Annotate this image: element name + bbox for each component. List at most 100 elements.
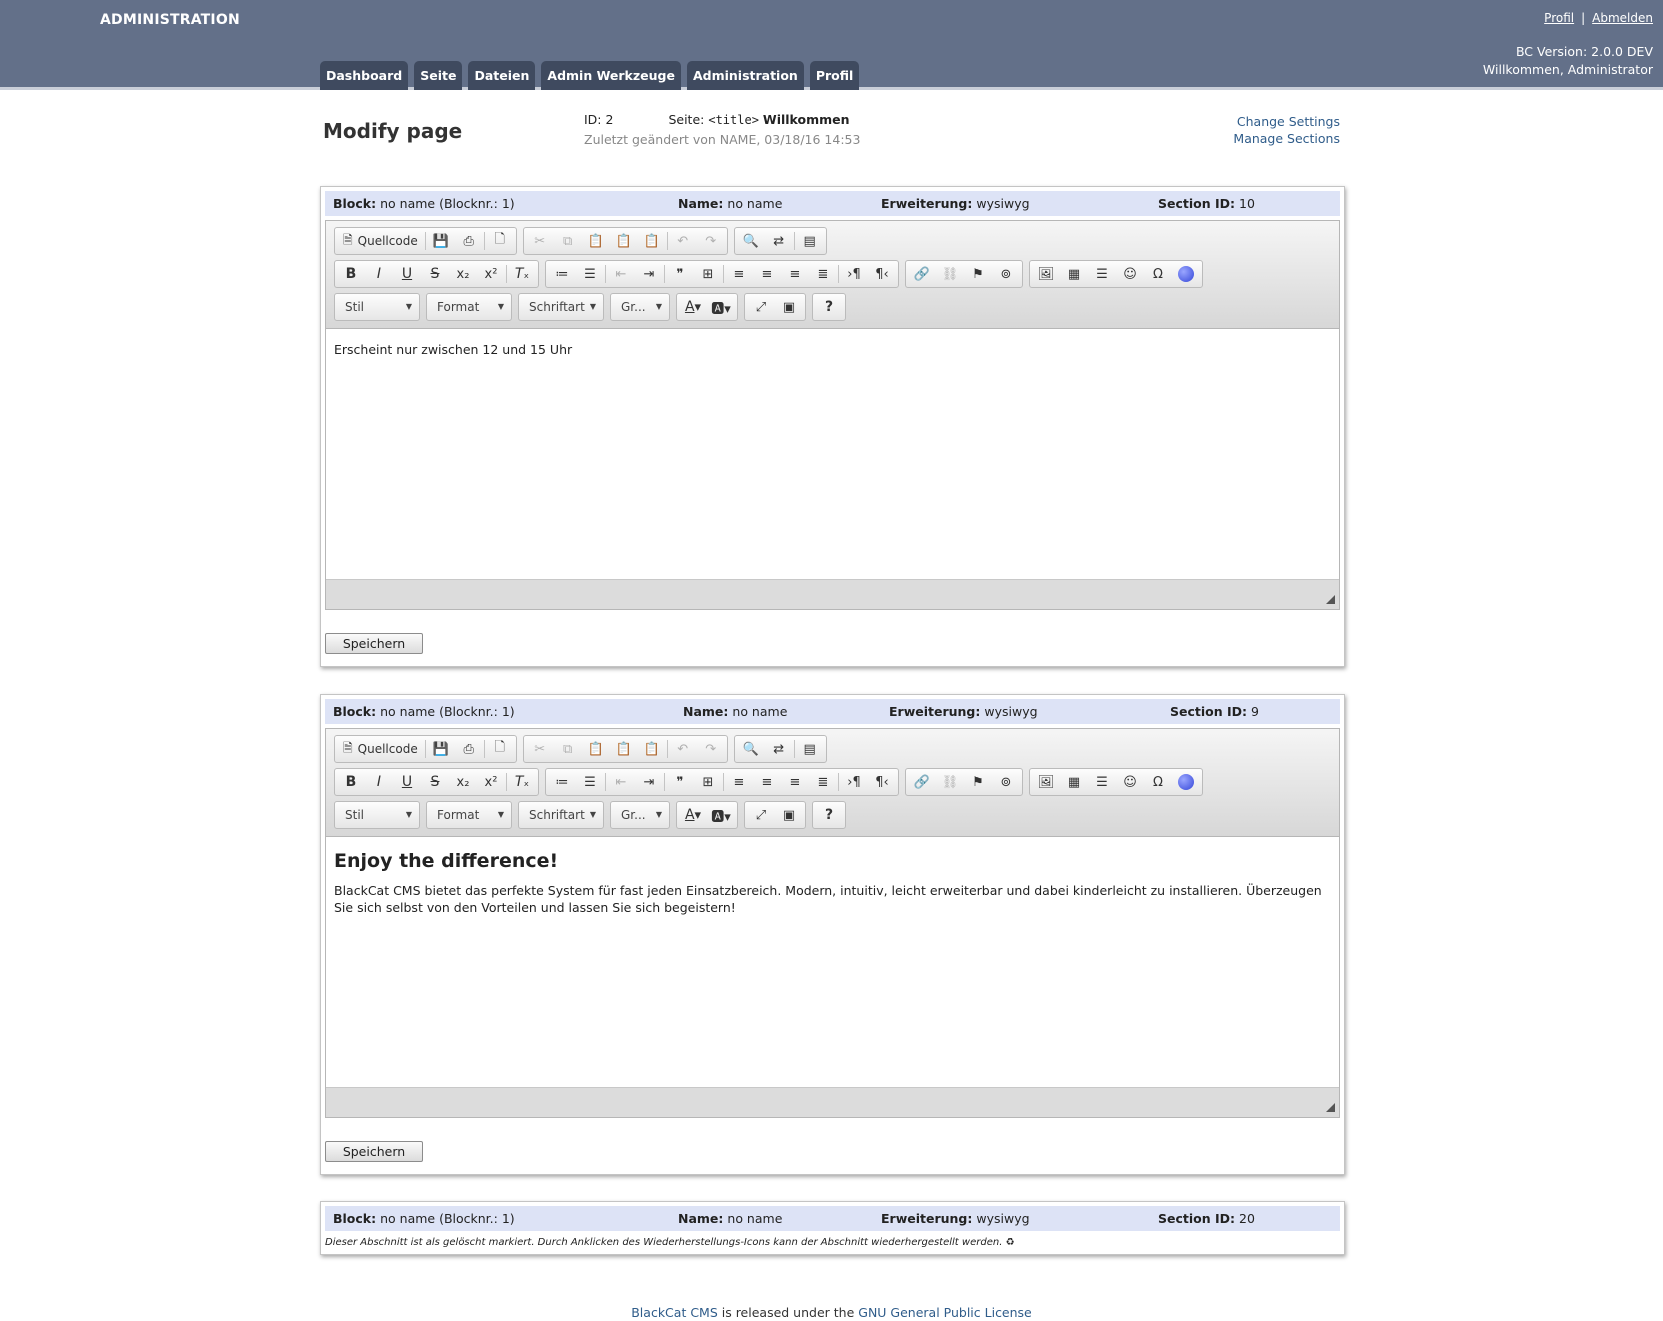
source-button[interactable]: 🗎 Quellcode (337, 228, 424, 254)
align-center-icon[interactable]: ≡ (753, 261, 781, 287)
strike-icon[interactable]: S (421, 769, 449, 795)
table-icon[interactable]: ▦ (1060, 769, 1088, 795)
align-right-icon[interactable]: ≡ (781, 261, 809, 287)
anchor-icon[interactable]: ⚑ (964, 769, 992, 795)
numbered-list-icon[interactable]: ≔ (548, 261, 576, 287)
cut-icon[interactable]: ✂ (526, 736, 554, 762)
justify-icon[interactable]: ≣ (809, 261, 837, 287)
smiley-icon[interactable]: ☺ (1116, 769, 1144, 795)
link-icon[interactable]: 🔗 (908, 261, 936, 287)
text-color-icon[interactable]: A ▾ (679, 802, 707, 828)
bold-icon[interactable]: B (337, 769, 365, 795)
tab-administration[interactable]: Administration (686, 61, 804, 90)
tab-profil[interactable]: Profil (809, 61, 860, 90)
bulleted-list-icon[interactable]: ☰ (576, 769, 604, 795)
paste-text-icon[interactable]: 📋 (610, 736, 638, 762)
new-page-icon[interactable]: 🗋 (486, 736, 514, 762)
paste-icon[interactable]: 📋 (582, 228, 610, 254)
ltr-icon[interactable]: ›¶ (840, 261, 868, 287)
redo-icon[interactable]: ↷ (697, 228, 725, 254)
undo-icon[interactable]: ↶ (669, 736, 697, 762)
unlink-icon[interactable]: ⛓ (936, 769, 964, 795)
indent-icon[interactable]: ⇥ (635, 261, 663, 287)
image-icon[interactable]: 🖼 (1032, 261, 1060, 287)
align-center-icon[interactable]: ≡ (753, 769, 781, 795)
blockquote-icon[interactable]: ❞ (666, 261, 694, 287)
anchor-icon[interactable]: ⚑ (964, 261, 992, 287)
replace-icon[interactable]: ⇄ (765, 736, 793, 762)
resize-grip-icon[interactable] (1326, 595, 1335, 604)
show-blocks-icon[interactable]: ▣ (775, 294, 803, 320)
remove-format-icon[interactable]: Tₓ (508, 261, 536, 287)
strike-icon[interactable]: S (421, 261, 449, 287)
format-select[interactable]: Format ▼ (426, 293, 512, 321)
rtl-icon[interactable]: ¶‹ (868, 769, 896, 795)
blackcat-link[interactable]: BlackCat CMS (631, 1305, 718, 1320)
paste-word-icon[interactable]: 📋 (638, 736, 666, 762)
subscript-icon[interactable]: x₂ (449, 769, 477, 795)
restore-icon[interactable]: ♻ (1006, 1237, 1015, 1248)
find-icon[interactable]: 🔍 (737, 736, 765, 762)
align-right-icon[interactable]: ≡ (781, 769, 809, 795)
select-all-icon[interactable]: ▤ (796, 228, 824, 254)
link-icon[interactable]: 🔗 (908, 769, 936, 795)
help-icon[interactable]: ? (815, 802, 843, 828)
source-button[interactable]: 🗎 Quellcode (337, 736, 424, 762)
print-icon[interactable]: ⎙ (455, 228, 483, 254)
paste-icon[interactable]: 📋 (582, 736, 610, 762)
save-button[interactable]: Speichern (325, 633, 423, 654)
style-select[interactable]: Stil ▼ (334, 293, 420, 321)
special-char-icon[interactable]: Ω (1144, 769, 1172, 795)
editor-content[interactable]: Enjoy the difference! BlackCat CMS biete… (326, 837, 1339, 1087)
find-icon[interactable]: 🔍 (737, 228, 765, 254)
bulleted-list-icon[interactable]: ☰ (576, 261, 604, 287)
help-icon[interactable]: ? (815, 294, 843, 320)
italic-icon[interactable]: I (365, 261, 393, 287)
new-page-icon[interactable]: 🗋 (486, 228, 514, 254)
rtl-icon[interactable]: ¶‹ (868, 261, 896, 287)
underline-icon[interactable]: U (393, 261, 421, 287)
copy-icon[interactable]: ⧉ (554, 228, 582, 254)
blockquote-icon[interactable]: ❞ (666, 769, 694, 795)
horizontal-rule-icon[interactable]: ☰ (1088, 261, 1116, 287)
align-left-icon[interactable]: ≡ (725, 261, 753, 287)
print-icon[interactable]: ⎙ (455, 736, 483, 762)
special-char-icon[interactable]: Ω (1144, 261, 1172, 287)
tab-dateien[interactable]: Dateien (468, 61, 536, 90)
superscript-icon[interactable]: x² (477, 769, 505, 795)
change-settings-link[interactable]: Change Settings (1233, 113, 1340, 130)
maximize-icon[interactable]: ⤢ (747, 294, 775, 320)
outdent-icon[interactable]: ⇤ (607, 769, 635, 795)
superscript-icon[interactable]: x² (477, 261, 505, 287)
logout-link[interactable]: Abmelden (1592, 11, 1653, 25)
bold-icon[interactable]: B (337, 261, 365, 287)
redo-icon[interactable]: ↷ (697, 736, 725, 762)
underline-icon[interactable]: U (393, 769, 421, 795)
align-left-icon[interactable]: ≡ (725, 769, 753, 795)
style-select[interactable]: Stil ▼ (334, 801, 420, 829)
show-blocks-icon[interactable]: ▣ (775, 802, 803, 828)
justify-icon[interactable]: ≣ (809, 769, 837, 795)
horizontal-rule-icon[interactable]: ☰ (1088, 769, 1116, 795)
editor-content[interactable]: Erscheint nur zwischen 12 und 15 Uhr (326, 329, 1339, 579)
image-icon[interactable]: 🖼 (1032, 769, 1060, 795)
save-button[interactable]: Speichern (325, 1141, 423, 1162)
license-link[interactable]: GNU General Public License (858, 1305, 1032, 1320)
save-icon[interactable]: 💾 (427, 228, 455, 254)
tab-admin-werkzeuge[interactable]: Admin Werkzeuge (541, 61, 681, 90)
subscript-icon[interactable]: x₂ (449, 261, 477, 287)
italic-icon[interactable]: I (365, 769, 393, 795)
paste-word-icon[interactable]: 📋 (638, 228, 666, 254)
droplet-link-icon[interactable]: ⊚ (992, 261, 1020, 287)
bg-color-icon[interactable]: 🅰▾ (707, 802, 735, 828)
cut-icon[interactable]: ✂ (526, 228, 554, 254)
paste-text-icon[interactable]: 📋 (610, 228, 638, 254)
numbered-list-icon[interactable]: ≔ (548, 769, 576, 795)
undo-icon[interactable]: ↶ (669, 228, 697, 254)
ltr-icon[interactable]: ›¶ (840, 769, 868, 795)
iframe-globe-icon[interactable] (1172, 769, 1200, 795)
size-select[interactable]: Gr... ▼ (610, 293, 670, 321)
save-icon[interactable]: 💾 (427, 736, 455, 762)
tab-dashboard[interactable]: Dashboard (320, 61, 409, 90)
font-select[interactable]: Schriftart ▼ (518, 293, 604, 321)
